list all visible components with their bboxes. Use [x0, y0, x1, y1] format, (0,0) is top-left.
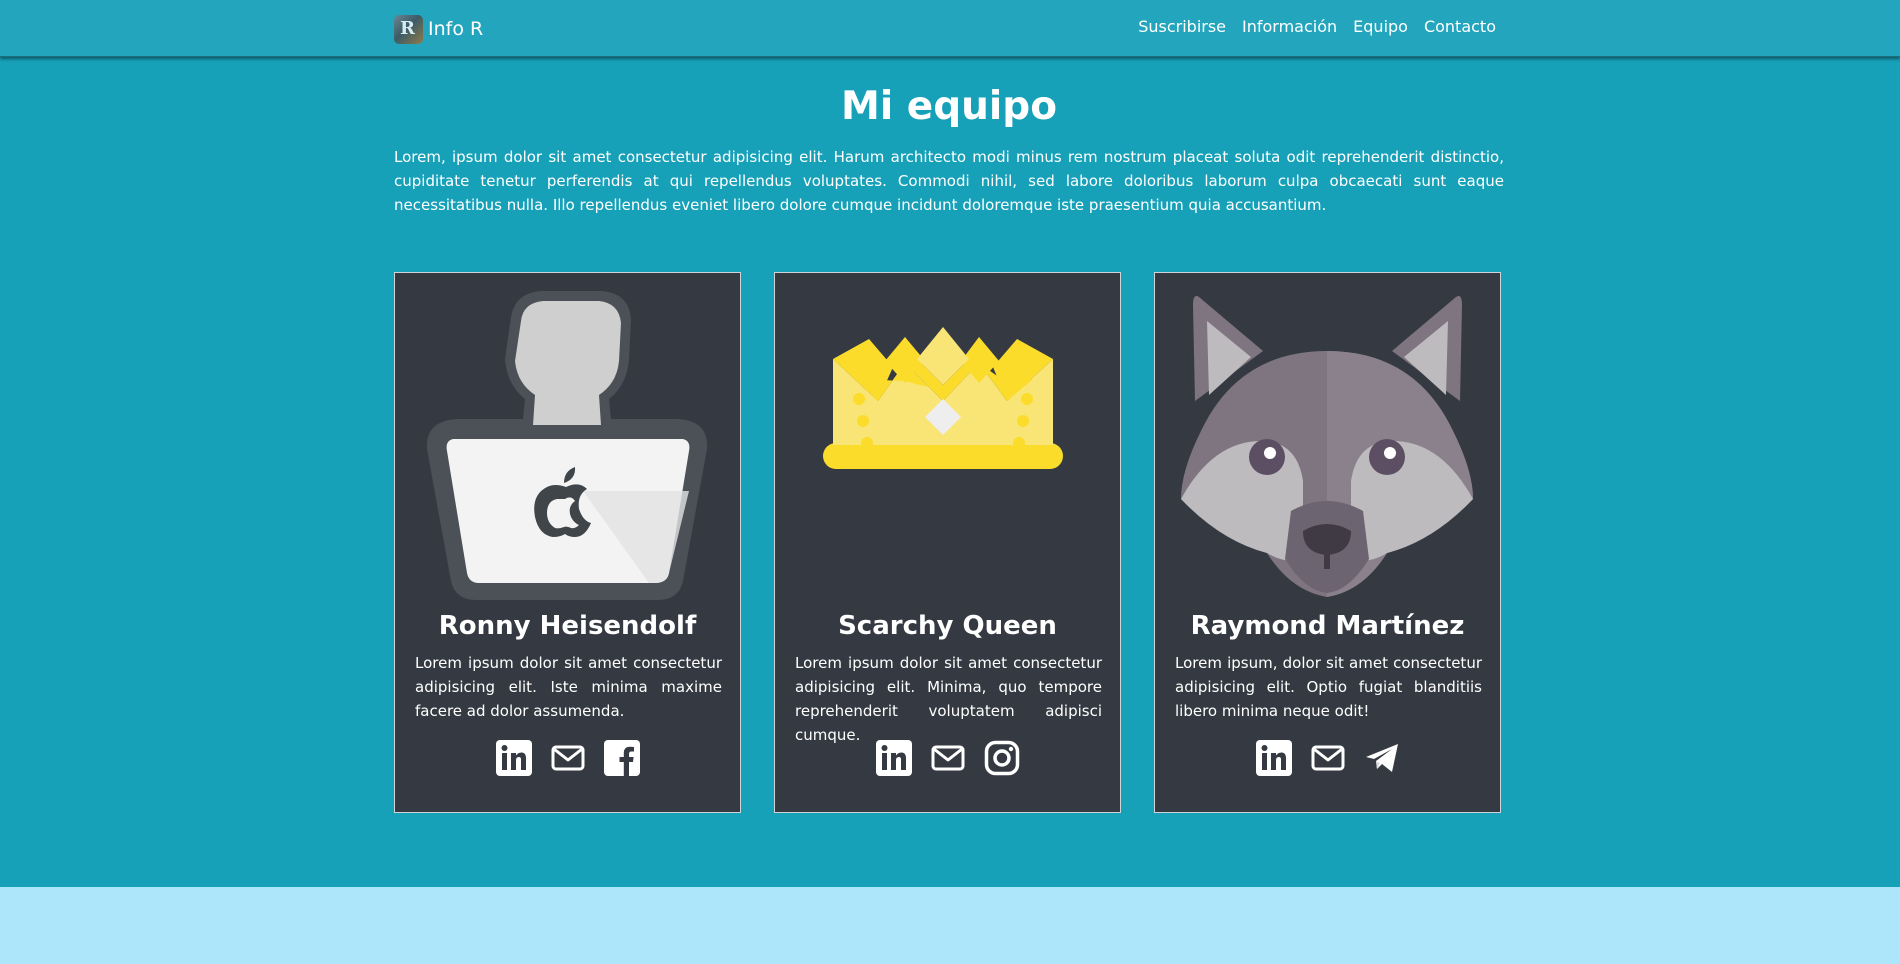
hacker-laptop-icon [426, 291, 708, 600]
team-section: Mi equipo Lorem, ipsum dolor sit amet co… [0, 56, 1900, 887]
member-description: Lorem ipsum, dolor sit amet consectetur … [1175, 654, 1482, 720]
nav-link-suscribirse[interactable]: Suscribirse [1138, 17, 1226, 36]
section-title: Mi equipo [841, 84, 1057, 129]
nav-link-contacto[interactable]: Contacto [1424, 17, 1496, 36]
crown-icon [823, 327, 1063, 469]
section-intro: Lorem, ipsum dolor sit amet consectetur … [394, 148, 1504, 214]
nav-links: Suscribirse Información Equipo Contacto [1138, 17, 1496, 36]
brand-name: Info R [428, 18, 484, 40]
nav-link-equipo[interactable]: Equipo [1353, 17, 1408, 36]
instagram-icon[interactable] [984, 740, 1020, 776]
member-name: Scarchy Queen [838, 611, 1057, 641]
mail-icon[interactable] [1310, 740, 1346, 776]
social-links [395, 740, 740, 776]
linkedin-icon[interactable] [875, 740, 912, 776]
mail-icon[interactable] [550, 740, 586, 776]
social-links [1155, 740, 1500, 776]
linkedin-icon[interactable] [1255, 740, 1292, 776]
social-links [775, 740, 1120, 776]
team-card: Raymond Martínez Lorem ipsum, dolor sit … [1154, 272, 1501, 813]
telegram-icon[interactable] [1364, 740, 1400, 776]
brand-logo-icon: R [394, 14, 423, 44]
brand-link[interactable]: R Info R [394, 13, 483, 45]
footer-area [0, 887, 1900, 964]
team-card: Ronny Heisendolf Lorem ipsum dolor sit a… [394, 272, 741, 813]
nav-link-informacion[interactable]: Información [1242, 17, 1337, 36]
member-description: Lorem ipsum dolor sit amet consectetur a… [795, 654, 1102, 744]
team-card: Scarchy Queen Lorem ipsum dolor sit amet… [774, 272, 1121, 813]
facebook-icon[interactable] [603, 740, 640, 776]
member-name: Raymond Martínez [1190, 611, 1465, 641]
wolf-icon [1181, 296, 1473, 597]
navbar-container: R Info R Suscribirse Información Equipo … [394, 0, 1504, 56]
linkedin-icon[interactable] [495, 740, 532, 776]
member-description: Lorem ipsum dolor sit amet consectetur a… [415, 654, 722, 720]
mail-icon[interactable] [930, 740, 966, 776]
member-name: Ronny Heisendolf [438, 611, 697, 641]
navbar: R Info R Suscribirse Información Equipo … [0, 0, 1900, 57]
